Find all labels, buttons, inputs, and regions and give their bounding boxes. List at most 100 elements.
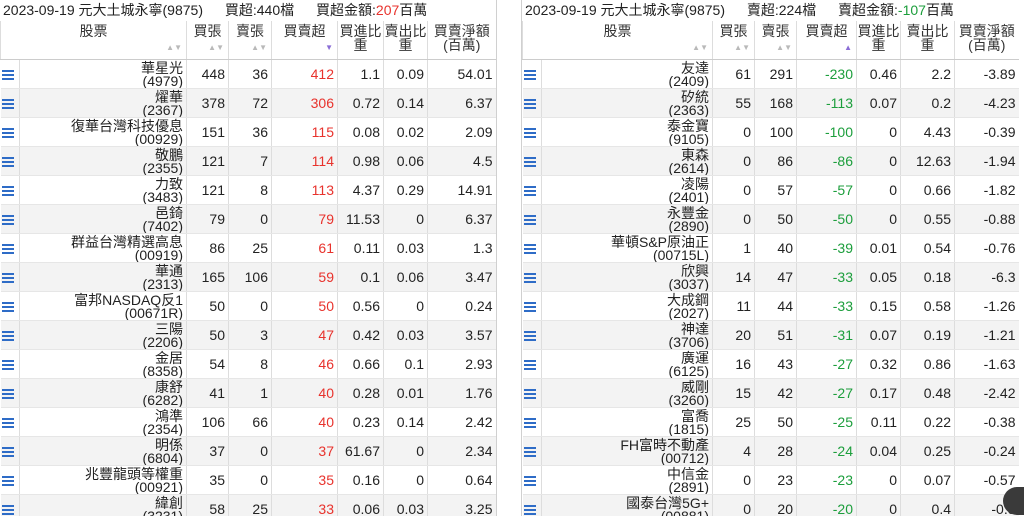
table-row[interactable]: 金居 (8358) 54 8 46 0.66 0.1 2.93 [0, 349, 496, 379]
list-icon[interactable] [523, 157, 536, 168]
floating-tab[interactable] [1003, 487, 1024, 515]
list-icon[interactable] [1, 128, 14, 139]
list-icon[interactable] [1, 331, 14, 342]
row-menu-cell[interactable] [0, 233, 20, 263]
table-row[interactable]: 緯創 (3231) 58 25 33 0.06 0.03 3.25 [0, 494, 496, 516]
table-row[interactable]: 燿華 (2367) 378 72 306 0.72 0.14 6.37 [0, 88, 496, 118]
list-icon[interactable] [523, 331, 536, 342]
stock-cell[interactable]: 金居 (8358) [19, 349, 187, 379]
table-row[interactable]: 明係 (6804) 37 0 37 61.67 0 2.34 [0, 436, 496, 466]
column-header-stock[interactable]: 股票 ▲▼ [0, 21, 187, 60]
table-row[interactable]: 華通 (2313) 165 106 59 0.1 0.06 3.47 [0, 262, 496, 292]
list-icon[interactable] [523, 186, 536, 197]
list-icon[interactable] [1, 244, 14, 255]
stock-cell[interactable]: 神達 (3706) [541, 320, 713, 350]
stock-cell[interactable]: 燿華 (2367) [19, 88, 187, 118]
stock-cell[interactable]: 緯創 (3231) [19, 494, 187, 516]
list-icon[interactable] [523, 215, 536, 226]
list-icon[interactable] [1, 505, 14, 516]
table-row[interactable]: 中信金 (2891) 0 23 -23 0 0.07 -0.57 [522, 465, 1019, 495]
row-menu-cell[interactable] [522, 146, 542, 176]
row-menu-cell[interactable] [522, 320, 542, 350]
table-row[interactable]: 華頓S&P原油正 (00715L) 1 40 -39 0.01 0.54 -0.76 [522, 233, 1019, 263]
column-header-net-value[interactable]: 買賣淨額(百萬) [427, 21, 496, 60]
row-menu-cell[interactable] [0, 494, 20, 516]
stock-cell[interactable]: 三陽 (2206) [19, 320, 187, 350]
table-row[interactable]: 群益台灣精選高息 (00919) 86 25 61 0.11 0.03 1.3 [0, 233, 496, 263]
row-menu-cell[interactable] [0, 378, 20, 408]
stock-cell[interactable]: 邑錡 (7402) [19, 204, 187, 234]
column-header-buy-ratio[interactable]: 買進比重 [856, 21, 901, 60]
stock-cell[interactable]: 凌陽 (2401) [541, 175, 713, 205]
stock-cell[interactable]: 中信金 (2891) [541, 465, 713, 495]
row-menu-cell[interactable] [522, 204, 542, 234]
table-row[interactable]: 復華台灣科技優息 (00929) 151 36 115 0.08 0.02 2.09 [0, 117, 496, 147]
row-menu-cell[interactable] [522, 233, 542, 263]
stock-cell[interactable]: 廣運 (6125) [541, 349, 713, 379]
list-icon[interactable] [523, 273, 536, 284]
stock-cell[interactable]: 大成鋼 (2027) [541, 291, 713, 321]
stock-cell[interactable]: 華通 (2313) [19, 262, 187, 292]
stock-cell[interactable]: 鴻準 (2354) [19, 407, 187, 437]
table-row[interactable]: 力致 (3483) 121 8 113 4.37 0.29 14.91 [0, 175, 496, 205]
list-icon[interactable] [523, 389, 536, 400]
list-icon[interactable] [1, 157, 14, 168]
table-row[interactable]: 永豐金 (2890) 0 50 -50 0 0.55 -0.88 [522, 204, 1019, 234]
table-row[interactable]: 富邦NASDAQ反1 (00671R) 50 0 50 0.56 0 0.24 [0, 291, 496, 321]
column-header-buy[interactable]: 買張 ▲▼ [712, 21, 755, 60]
stock-cell[interactable]: 富邦NASDAQ反1 (00671R) [19, 291, 187, 321]
row-menu-cell[interactable] [0, 175, 20, 205]
table-row[interactable]: 東森 (2614) 0 86 -86 0 12.63 -1.94 [522, 146, 1019, 176]
stock-cell[interactable]: 康舒 (6282) [19, 378, 187, 408]
row-menu-cell[interactable] [0, 146, 20, 176]
list-icon[interactable] [523, 418, 536, 429]
row-menu-cell[interactable] [0, 465, 20, 495]
column-header-stock[interactable]: 股票 ▲▼ [522, 21, 713, 60]
stock-cell[interactable]: 泰金寶 (9105) [541, 117, 713, 147]
stock-cell[interactable]: 明係 (6804) [19, 436, 187, 466]
table-row[interactable]: 邑錡 (7402) 79 0 79 11.53 0 6.37 [0, 204, 496, 234]
row-menu-cell[interactable] [522, 117, 542, 147]
table-row[interactable]: 威剛 (3260) 15 42 -27 0.17 0.48 -2.42 [522, 378, 1019, 408]
table-row[interactable]: 友達 (2409) 61 291 -230 0.46 2.2 -3.89 [522, 59, 1019, 89]
row-menu-cell[interactable] [0, 291, 20, 321]
list-icon[interactable] [523, 505, 536, 516]
column-header-buy[interactable]: 買張 ▲▼ [186, 21, 229, 60]
list-icon[interactable] [523, 244, 536, 255]
row-menu-cell[interactable] [522, 175, 542, 205]
row-menu-cell[interactable] [0, 407, 20, 437]
list-icon[interactable] [1, 273, 14, 284]
stock-cell[interactable]: 國泰台灣5G+ (00881) [541, 494, 713, 516]
list-icon[interactable] [1, 447, 14, 458]
row-menu-cell[interactable] [0, 117, 20, 147]
list-icon[interactable] [1, 302, 14, 313]
row-menu-cell[interactable] [522, 262, 542, 292]
stock-cell[interactable]: 敬鵬 (2355) [19, 146, 187, 176]
table-row[interactable]: 敬鵬 (2355) 121 7 114 0.98 0.06 4.5 [0, 146, 496, 176]
row-menu-cell[interactable] [0, 59, 20, 89]
table-row[interactable]: 康舒 (6282) 41 1 40 0.28 0.01 1.76 [0, 378, 496, 408]
row-menu-cell[interactable] [0, 349, 20, 379]
row-menu-cell[interactable] [0, 436, 20, 466]
stock-cell[interactable]: 華星光 (4979) [19, 59, 187, 89]
stock-cell[interactable]: 欣興 (3037) [541, 262, 713, 292]
column-header-sell[interactable]: 賣張 ▲▼ [754, 21, 797, 60]
row-menu-cell[interactable] [0, 204, 20, 234]
table-row[interactable]: 廣運 (6125) 16 43 -27 0.32 0.86 -1.63 [522, 349, 1019, 379]
list-icon[interactable] [523, 360, 536, 371]
row-menu-cell[interactable] [522, 349, 542, 379]
table-row[interactable]: 富喬 (1815) 25 50 -25 0.11 0.22 -0.38 [522, 407, 1019, 437]
list-icon[interactable] [1, 215, 14, 226]
row-menu-cell[interactable] [522, 407, 542, 437]
list-icon[interactable] [523, 99, 536, 110]
stock-cell[interactable]: 矽統 (2363) [541, 88, 713, 118]
table-row[interactable]: 神達 (3706) 20 51 -31 0.07 0.19 -1.21 [522, 320, 1019, 350]
row-menu-cell[interactable] [0, 88, 20, 118]
table-row[interactable]: 兆豐龍頭等權重 (00921) 35 0 35 0.16 0 0.64 [0, 465, 496, 495]
table-row[interactable]: FH富時不動產 (00712) 4 28 -24 0.04 0.25 -0.24 [522, 436, 1019, 466]
table-row[interactable]: 凌陽 (2401) 0 57 -57 0 0.66 -1.82 [522, 175, 1019, 205]
row-menu-cell[interactable] [522, 494, 542, 516]
table-row[interactable]: 國泰台灣5G+ (00881) 0 20 -20 0 0.4 -0.5 [522, 494, 1019, 516]
column-header-net-value[interactable]: 買賣淨額(百萬) [954, 21, 1019, 60]
list-icon[interactable] [523, 302, 536, 313]
